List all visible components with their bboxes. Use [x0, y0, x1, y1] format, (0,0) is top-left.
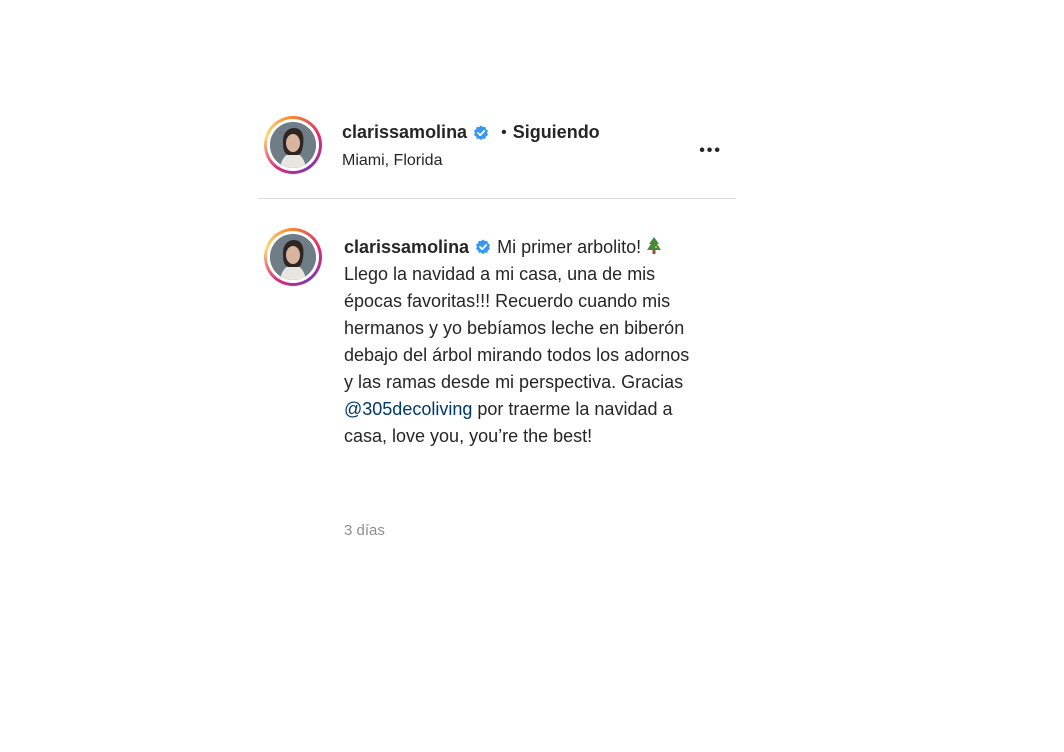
story-ring[interactable]	[264, 116, 322, 174]
story-ring[interactable]	[264, 228, 322, 286]
post-header: clarissamolina • Siguiendo Miami, Florid…	[258, 112, 736, 199]
post-timestamp[interactable]: 3 días	[344, 522, 385, 539]
username-link[interactable]: clarissamolina	[342, 122, 467, 143]
caption-text: clarissamolina Mi primer arbolito! Llego…	[344, 234, 700, 450]
verified-badge-icon	[476, 239, 491, 255]
christmas-tree-icon	[647, 237, 662, 254]
separator-dot: •	[501, 123, 507, 141]
caption-part: Mi primer arbolito!	[497, 237, 642, 257]
location-link[interactable]: Miami, Florida	[342, 152, 442, 170]
avatar[interactable]	[270, 234, 316, 280]
mention-link[interactable]: @305decoliving	[344, 399, 472, 419]
following-button[interactable]: Siguiendo	[513, 122, 600, 143]
verified-badge-icon	[474, 125, 489, 140]
avatar[interactable]	[270, 122, 316, 168]
more-options-icon[interactable]: •••	[699, 142, 722, 160]
caption-part: Llego la navidad a mi casa, una de mis é…	[344, 264, 690, 392]
username-link[interactable]: clarissamolina	[344, 237, 469, 257]
